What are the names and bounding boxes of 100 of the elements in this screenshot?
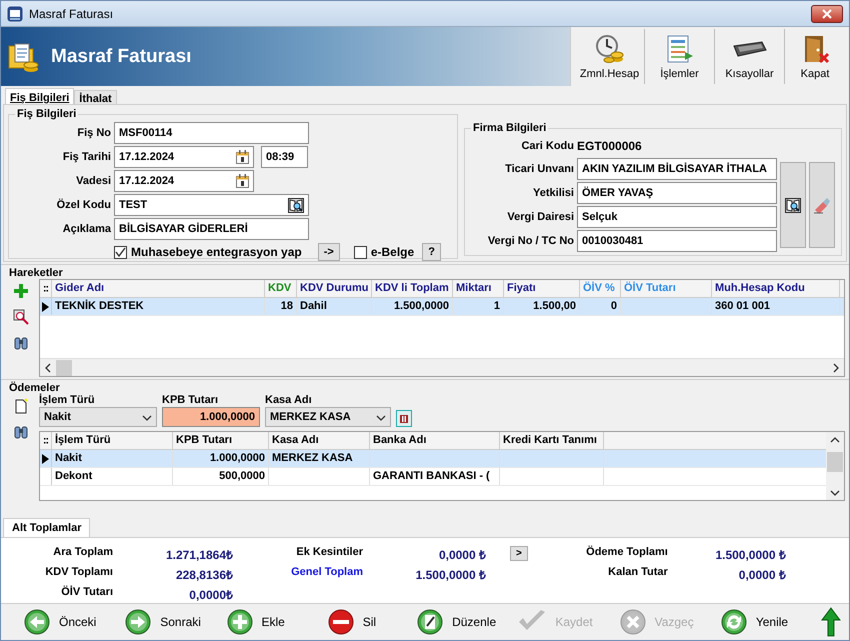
scrollbar[interactable] [826, 432, 844, 500]
table-cell: 500,0000 [173, 468, 269, 485]
action-button[interactable]: Sil [326, 608, 416, 636]
column-header[interactable]: Miktarı [453, 280, 504, 297]
edit-icon [416, 608, 444, 636]
table-cell: GARANTI BANKASI - ( [370, 468, 500, 485]
binoculars-icon[interactable] [13, 335, 29, 351]
total-value: 0,0000 ₺ [438, 547, 486, 563]
column-header[interactable]: Muh.Hesap Kodu [712, 280, 840, 297]
column-header[interactable]: KDV li Toplam [372, 280, 453, 297]
total-label: Ara Toplam [52, 546, 113, 560]
up-arrow-icon[interactable] [821, 607, 841, 637]
input-field[interactable]: MSF00114 [114, 122, 309, 144]
scrollbar[interactable] [40, 358, 844, 376]
toolbar-button[interactable]: Kapat [785, 29, 845, 84]
field-label: Fiş No [76, 127, 111, 139]
app-icon [7, 6, 23, 22]
help-button[interactable]: ? [422, 243, 441, 261]
tab[interactable]: Alt Toplamlar [3, 518, 90, 537]
search-icon[interactable] [13, 309, 29, 325]
calendar-icon[interactable] [236, 174, 249, 188]
table-cell: MERKEZ KASA [269, 450, 370, 467]
field-label: Yetkilisi [532, 187, 574, 199]
field-label: Ticari Unvanı [504, 163, 574, 175]
new-document-icon[interactable] [13, 398, 29, 414]
field-label: KPB Tutarı [162, 394, 220, 406]
total-value: 0,0000 ₺ [738, 567, 786, 583]
amount-field[interactable]: 1.000,0000 [162, 407, 260, 427]
action-button[interactable]: Önceki [23, 608, 124, 636]
search-icon[interactable] [785, 198, 801, 212]
column-header[interactable]: Fiyatı [504, 280, 580, 297]
column-header[interactable]: Banka Adı [370, 432, 500, 449]
column-header[interactable]: Kredi Kartı Tanımı [500, 432, 604, 449]
table-cell: 1.500,0000 [372, 298, 453, 315]
action-button[interactable]: Ekle [226, 608, 327, 636]
date-field[interactable]: 17.12.2024 [114, 170, 254, 192]
chevron-icon[interactable] [830, 488, 840, 496]
chevron-icon[interactable] [830, 436, 840, 444]
field-label: Kasa Adı [265, 394, 313, 406]
column-header[interactable]: Gider Adı [52, 280, 265, 297]
binoculars-icon[interactable] [13, 424, 29, 440]
action-button[interactable]: Sonraki [124, 608, 226, 636]
check-icon [115, 246, 126, 258]
toolbar-button[interactable]: Kısayollar [715, 29, 785, 84]
column-header[interactable]: Kasa Adı [269, 432, 370, 449]
chevron-icon[interactable] [142, 412, 152, 422]
search-button[interactable] [780, 162, 806, 248]
action-button[interactable]: Düzenle [416, 608, 518, 636]
search-icon[interactable] [288, 198, 304, 212]
table-cell: Dahil [297, 298, 372, 315]
close-button[interactable] [811, 4, 843, 22]
grip-icon[interactable] [44, 436, 48, 444]
column-header[interactable]: İşlem Türü [52, 432, 173, 449]
more-button[interactable]: > [510, 546, 528, 561]
column-header[interactable]: KPB Tutarı [173, 432, 269, 449]
column-header[interactable]: KDV [265, 280, 297, 297]
chevron-icon[interactable] [44, 362, 52, 372]
chevron-icon[interactable] [376, 412, 386, 422]
dropdown[interactable]: Nakit [39, 407, 157, 427]
close-icon [822, 8, 832, 18]
arrow-button[interactable]: -> [318, 243, 340, 261]
cancel-icon [618, 608, 647, 636]
checkbox[interactable]: e-Belge [354, 245, 414, 259]
time-field[interactable]: 08:39 [261, 146, 308, 168]
dropdown[interactable]: MERKEZ KASA [265, 407, 391, 427]
table-row[interactable]: TEKNİK DESTEK 18 Dahil 1.500,0000 1 1.500,00 0 360 01 001 [40, 298, 844, 316]
grip-icon[interactable] [44, 284, 48, 292]
field-label: Fiş Tarihi [62, 151, 111, 163]
table-row[interactable]: Dekont 500,0000 GARANTI BANKASI - ( [40, 468, 826, 486]
input-field[interactable]: TEST [114, 194, 309, 216]
date-field[interactable]: 17.12.2024 [114, 146, 254, 168]
pause-icon [400, 414, 408, 422]
document-list-icon [664, 34, 694, 64]
plus-icon[interactable] [13, 283, 29, 299]
total-link[interactable]: Genel Toplam [273, 566, 363, 583]
input-field[interactable]: AKIN YAZILIM BİLGİSAYAR İTHALA [577, 158, 777, 180]
input-field[interactable]: 0010030481 [577, 230, 777, 252]
field-label: Cari Kodu [520, 139, 574, 154]
toolbar-button[interactable]: Zmnl.Hesap [575, 29, 645, 84]
scrollbar-thumb[interactable] [827, 452, 843, 472]
field-label: Vergi No / TC No [486, 235, 574, 247]
action-button[interactable]: Yenile [720, 608, 822, 636]
section-title: Ödemeler [1, 379, 849, 394]
table-cell: 360 01 001 [712, 298, 840, 315]
table-cell: 0 [580, 298, 621, 315]
toolbar-button[interactable]: İşlemler [645, 29, 715, 84]
scrollbar-thumb[interactable] [56, 360, 72, 376]
table-row[interactable]: Nakit 1.000,0000 MERKEZ KASA [40, 450, 826, 468]
table-cell: TEKNİK DESTEK [52, 298, 265, 315]
field-label: Vergi Dairesi [506, 211, 574, 223]
calendar-icon[interactable] [236, 150, 249, 164]
table-cell: 1 [453, 298, 504, 315]
chevron-icon[interactable] [832, 362, 840, 372]
input-field[interactable]: ÖMER YAVAŞ [577, 182, 777, 204]
column-header[interactable]: KDV Durumu [297, 280, 372, 297]
input-field[interactable]: Selçuk [577, 206, 777, 228]
checkbox[interactable]: Muhasebeye entegrasyon yap [114, 245, 302, 259]
clock-coins-icon [594, 34, 624, 64]
input-field[interactable]: BİLGİSAYAR GİDERLERİ [114, 218, 309, 240]
pause-button[interactable] [396, 410, 412, 427]
